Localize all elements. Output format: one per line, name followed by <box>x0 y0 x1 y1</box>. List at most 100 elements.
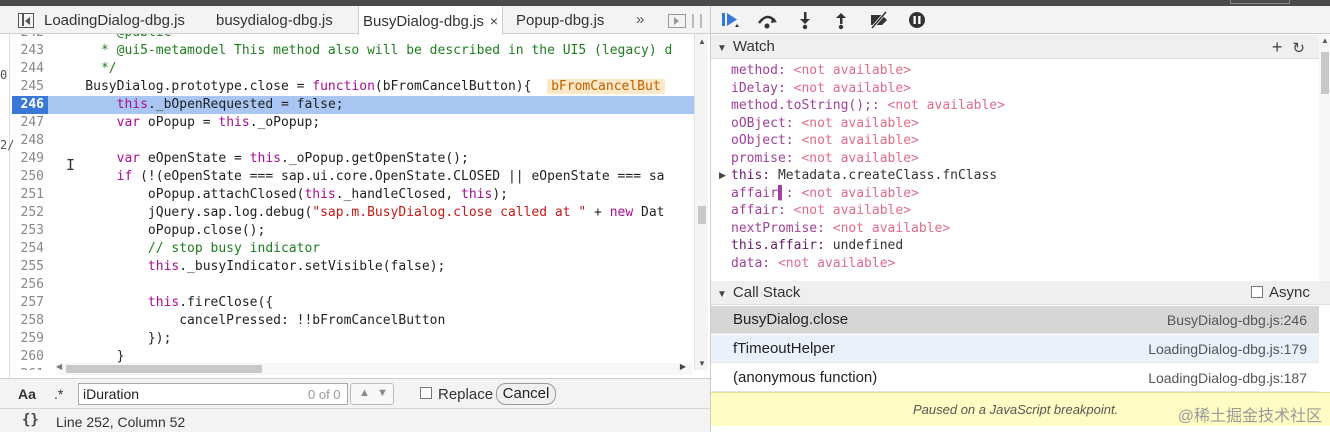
replace-checkbox[interactable] <box>420 387 432 399</box>
code-line[interactable]: 246 this._bOpenRequested = false; <box>12 96 694 114</box>
refresh-watch-icon[interactable]: ↻ <box>1292 40 1305 57</box>
line-number[interactable]: 244 <box>12 60 48 78</box>
code-line[interactable]: 245 BusyDialog.prototype.close = functio… <box>12 78 694 96</box>
line-number[interactable]: 256 <box>12 276 48 294</box>
watch-expression[interactable]: oOBject: <not available> <box>731 115 919 133</box>
call-frame-location[interactable]: LoadingDialog-dbg.js:179 <box>1148 335 1307 363</box>
pause-on-exceptions-icon[interactable] <box>905 10 929 30</box>
scroll-down-icon[interactable]: ▼ <box>698 359 706 368</box>
call-frame[interactable]: (anonymous function) LoadingDialog-dbg.js… <box>711 364 1319 392</box>
code-line[interactable]: 250 if (!(eOpenState === sap.ui.core.Ope… <box>12 168 694 186</box>
code-line[interactable]: 257 this.fireClose({ <box>12 294 694 312</box>
code-line[interactable]: 253 oPopup.close(); <box>12 222 694 240</box>
tab-loadingdialog[interactable]: LoadingDialog-dbg.js <box>40 6 189 34</box>
call-frame[interactable]: BusyDialog.close BusyDialog-dbg.js:246 <box>711 306 1319 334</box>
search-next-icon[interactable]: ▼ <box>377 387 388 399</box>
toggle-debugger-icon[interactable] <box>668 14 686 28</box>
watch-expression[interactable]: affair▌: <not available> <box>731 185 919 203</box>
line-number[interactable]: 252 <box>12 204 48 222</box>
step-into-icon[interactable] <box>793 10 817 30</box>
code-editor[interactable]: 242 * @public243 * @ui5-metamodel This m… <box>12 34 694 370</box>
line-number[interactable]: 250 <box>12 168 48 186</box>
watch-expression[interactable]: this.affair: undefined <box>731 237 903 255</box>
window-controls[interactable] <box>1230 0 1290 4</box>
line-number[interactable]: 242 <box>12 34 48 42</box>
regex-toggle[interactable]: .* <box>54 386 63 402</box>
watch-expression[interactable]: affair: <not available> <box>731 202 911 220</box>
watch-expression[interactable]: method: <not available> <box>731 62 911 80</box>
code-line[interactable]: 242 * @public <box>12 34 694 42</box>
watch-expression[interactable]: promise: <not available> <box>731 150 919 168</box>
line-number[interactable]: 254 <box>12 240 48 258</box>
line-number[interactable]: 259 <box>12 330 48 348</box>
code-line[interactable]: 247 var oPopup = this._oPopup; <box>12 114 694 132</box>
watch-expression[interactable]: nextPromise: <not available> <box>731 220 950 238</box>
gutter-char: 0 <box>0 68 8 82</box>
call-frame[interactable]: fTimeoutHelper LoadingDialog-dbg.js:179 <box>711 335 1319 363</box>
watch-expression[interactable]: data: <not available> <box>731 255 895 273</box>
code-line[interactable]: 249 var eOpenState = this._oPopup.getOpe… <box>12 150 694 168</box>
code-line[interactable]: 259 }); <box>12 330 694 348</box>
watch-expression[interactable]: oObject: <not available> <box>731 132 919 150</box>
line-number[interactable]: 258 <box>12 312 48 330</box>
editor-vertical-scrollbar[interactable]: ▲ ▼ <box>694 34 708 370</box>
tab-busydialog-active[interactable]: BusyDialog-dbg.js × <box>358 6 504 35</box>
code-line[interactable]: 256 <box>12 276 694 294</box>
code-line[interactable]: 248 <box>12 132 694 150</box>
line-number[interactable]: 261 <box>12 366 48 370</box>
line-number[interactable]: 249 <box>12 150 48 168</box>
scroll-up-icon[interactable]: ▲ <box>1321 36 1329 45</box>
scroll-left-icon[interactable]: ◀ <box>56 362 62 371</box>
search-nav-buttons[interactable]: ▲ ▼ <box>350 383 394 405</box>
line-number[interactable]: 251 <box>12 186 48 204</box>
close-tab-icon[interactable]: × <box>490 13 498 29</box>
sidebar-scrollbar[interactable]: ▲ <box>1319 34 1330 286</box>
line-number[interactable]: 257 <box>12 294 48 312</box>
line-number[interactable]: 247 <box>12 114 48 132</box>
code-line[interactable]: 258 cancelPressed: !!bFromCancelButton <box>12 312 694 330</box>
callstack-section-header[interactable]: ▼ Call Stack Async <box>711 281 1330 305</box>
hscroll-thumb[interactable] <box>66 365 262 373</box>
line-number[interactable]: 255 <box>12 258 48 276</box>
line-number[interactable]: 243 <box>12 42 48 60</box>
async-checkbox[interactable] <box>1251 286 1263 298</box>
call-frame-location[interactable]: LoadingDialog-dbg.js:187 <box>1148 364 1307 392</box>
code-line[interactable]: 252 jQuery.sap.log.debug("sap.m.BusyDial… <box>12 204 694 222</box>
more-tabs-icon[interactable]: » <box>636 11 644 28</box>
step-over-icon[interactable] <box>755 10 779 30</box>
resume-icon[interactable] <box>719 10 743 30</box>
code-line[interactable]: 244 */ <box>12 60 694 78</box>
collapse-triangle-icon[interactable]: ▼ <box>717 283 727 307</box>
call-frame-location[interactable]: BusyDialog-dbg.js:246 <box>1167 306 1307 334</box>
line-number[interactable]: 253 <box>12 222 48 240</box>
scroll-up-icon[interactable]: ▲ <box>698 37 706 46</box>
watch-expression[interactable]: method.toString();: <not available> <box>731 97 1005 115</box>
watch-expression[interactable]: iDelay: <not available> <box>731 80 911 98</box>
tab-busydialog-lower[interactable]: busydialog-dbg.js <box>212 6 337 34</box>
add-watch-icon[interactable]: + <box>1272 37 1283 57</box>
line-number[interactable]: 248 <box>12 132 48 150</box>
cancel-button[interactable]: Cancel <box>496 383 556 405</box>
step-out-icon[interactable] <box>829 10 853 30</box>
code-line[interactable]: 255 this._busyIndicator.setVisible(false… <box>12 258 694 276</box>
line-number[interactable]: 260 <box>12 348 48 366</box>
code-line[interactable]: 251 oPopup.attachClosed(this._handleClos… <box>12 186 694 204</box>
editor-horizontal-scrollbar[interactable]: ◀ ▶ <box>56 362 692 375</box>
collapse-triangle-icon[interactable]: ▼ <box>717 37 727 61</box>
code-line[interactable]: 243 * @ui5-metamodel This method also wi… <box>12 42 694 60</box>
scroll-right-icon[interactable]: ▶ <box>680 362 686 371</box>
expand-triangle-icon[interactable]: ▶ <box>719 170 726 181</box>
pretty-print-icon[interactable]: {} <box>22 412 39 428</box>
watch-expression[interactable]: this: Metadata.createClass.fnClass <box>731 167 997 185</box>
toggle-navigator-icon[interactable] <box>18 13 34 28</box>
search-prev-icon[interactable]: ▲ <box>359 387 370 399</box>
line-number[interactable]: 245 <box>12 78 48 96</box>
tab-popup[interactable]: Popup-dbg.js <box>512 6 608 34</box>
watch-section-header[interactable]: ▼ Watch + ↻ <box>711 35 1330 59</box>
code-line[interactable]: 254 // stop busy indicator <box>12 240 694 258</box>
line-number[interactable]: 246 <box>12 96 48 114</box>
scroll-thumb[interactable] <box>698 206 706 224</box>
sidebar-scroll-thumb[interactable] <box>1321 52 1329 94</box>
deactivate-breakpoints-icon[interactable] <box>867 10 891 30</box>
match-case-toggle[interactable]: Aa <box>18 386 36 402</box>
